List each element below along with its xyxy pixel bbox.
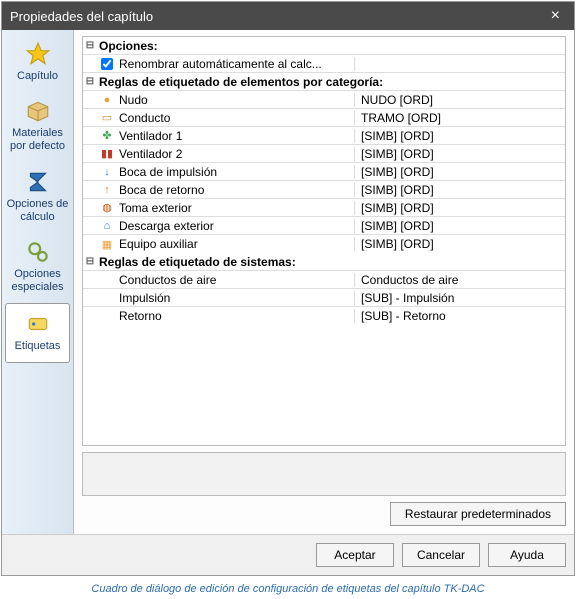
category-value[interactable]: [SIMB] [ORD]: [355, 237, 565, 251]
category-name: Boca de impulsión: [117, 165, 355, 179]
grid-empty-space: [83, 325, 565, 445]
sidebar-item-calc-options[interactable]: Opciones de cálculo: [2, 162, 73, 232]
sidebar-label: Materiales por defecto: [4, 127, 71, 153]
category-value[interactable]: [SIMB] [ORD]: [355, 129, 565, 143]
sidebar-label: Capítulo: [17, 70, 58, 83]
dialog-window: Propiedades del capítulo × Capítulo Mate…: [1, 1, 575, 576]
category-name: Descarga exterior: [117, 219, 355, 233]
category-name: Equipo auxiliar: [117, 237, 355, 251]
system-name: Impulsión: [117, 291, 355, 305]
box-icon: [24, 97, 52, 125]
system-row[interactable]: Conductos de aireConductos de aire: [83, 271, 565, 289]
category-icon: ◍: [97, 201, 117, 214]
category-row[interactable]: ▦Equipo auxiliar[SIMB] [ORD]: [83, 235, 565, 253]
category-name: Nudo: [117, 93, 355, 107]
system-value[interactable]: [SUB] - Retorno: [355, 309, 565, 323]
description-box: [82, 452, 566, 496]
system-value[interactable]: Conductos de aire: [355, 273, 565, 287]
category-icon: ✤: [97, 129, 117, 142]
sidebar-label: Etiquetas: [15, 340, 61, 353]
category-name: Toma exterior: [117, 201, 355, 215]
category-icon: ▭: [97, 111, 117, 124]
sidebar-item-chapter[interactable]: Capítulo: [2, 34, 73, 91]
help-button[interactable]: Ayuda: [488, 543, 566, 567]
category-row[interactable]: ↓Boca de impulsión[SIMB] [ORD]: [83, 163, 565, 181]
figure-caption: Cuadro de diálogo de edición de configur…: [0, 577, 576, 599]
window-title: Propiedades del capítulo: [10, 9, 153, 24]
category-name: Ventilador 2: [117, 147, 355, 161]
main-panel: ⊟ Opciones: Renombrar automáticamente al…: [74, 30, 574, 534]
ok-button[interactable]: Aceptar: [316, 543, 394, 567]
category-value[interactable]: [SIMB] [ORD]: [355, 183, 565, 197]
category-row[interactable]: ↑Boca de retorno[SIMB] [ORD]: [83, 181, 565, 199]
category-icon: ↓: [97, 166, 117, 178]
category-value[interactable]: [SIMB] [ORD]: [355, 147, 565, 161]
cancel-button[interactable]: Cancelar: [402, 543, 480, 567]
category-row[interactable]: ⌂Descarga exterior[SIMB] [ORD]: [83, 217, 565, 235]
row-rename-auto[interactable]: Renombrar automáticamente al calc...: [83, 55, 565, 73]
category-name: Conducto: [117, 111, 355, 125]
row-label: Renombrar automáticamente al calc...: [117, 57, 355, 71]
category-icon: ⌂: [97, 220, 117, 232]
category-icon: ▮▮: [97, 147, 117, 160]
gears-icon: [24, 238, 52, 266]
category-name: Ventilador 1: [117, 129, 355, 143]
category-icon: ↑: [97, 184, 117, 196]
system-name: Conductos de aire: [117, 273, 355, 287]
category-row[interactable]: ✤Ventilador 1[SIMB] [ORD]: [83, 127, 565, 145]
restore-defaults-button[interactable]: Restaurar predeterminados: [390, 502, 566, 526]
section-sistemas: ⊟ Reglas de etiquetado de sistemas:: [83, 253, 565, 271]
sigma-icon: [24, 168, 52, 196]
section-title: Reglas de etiquetado de elementos por ca…: [97, 75, 565, 89]
category-icon: ●: [97, 94, 117, 106]
category-row[interactable]: ◍Toma exterior[SIMB] [ORD]: [83, 199, 565, 217]
system-row[interactable]: Retorno[SUB] - Retorno: [83, 307, 565, 325]
tag-icon: [24, 310, 52, 338]
sidebar-item-materials[interactable]: Materiales por defecto: [2, 91, 73, 161]
sidebar-item-labels[interactable]: Etiquetas: [5, 303, 70, 362]
category-row[interactable]: ●NudoNUDO [ORD]: [83, 91, 565, 109]
sidebar-label: Opciones especiales: [4, 268, 71, 294]
category-row[interactable]: ▮▮Ventilador 2[SIMB] [ORD]: [83, 145, 565, 163]
category-value[interactable]: [SIMB] [ORD]: [355, 219, 565, 233]
collapse-icon[interactable]: ⊟: [83, 256, 97, 267]
section-opciones: ⊟ Opciones:: [83, 37, 565, 55]
category-row[interactable]: ▭ConductoTRAMO [ORD]: [83, 109, 565, 127]
collapse-icon[interactable]: ⊟: [83, 76, 97, 87]
sidebar-item-special-options[interactable]: Opciones especiales: [2, 232, 73, 302]
category-name: Boca de retorno: [117, 183, 355, 197]
system-row[interactable]: Impulsión[SUB] - Impulsión: [83, 289, 565, 307]
system-name: Retorno: [117, 309, 355, 323]
collapse-icon[interactable]: ⊟: [83, 40, 97, 51]
category-value[interactable]: [SIMB] [ORD]: [355, 165, 565, 179]
category-value[interactable]: TRAMO [ORD]: [355, 111, 565, 125]
category-value[interactable]: [SIMB] [ORD]: [355, 201, 565, 215]
star-icon: [24, 40, 52, 68]
properties-grid: ⊟ Opciones: Renombrar automáticamente al…: [82, 36, 566, 446]
titlebar: Propiedades del capítulo ×: [2, 2, 574, 30]
sidebar: Capítulo Materiales por defecto Opciones…: [2, 30, 74, 534]
category-value[interactable]: NUDO [ORD]: [355, 93, 565, 107]
section-title: Opciones:: [97, 39, 565, 53]
dialog-footer: Aceptar Cancelar Ayuda: [2, 534, 574, 575]
system-value[interactable]: [SUB] - Impulsión: [355, 291, 565, 305]
section-title: Reglas de etiquetado de sistemas:: [97, 255, 565, 269]
sidebar-label: Opciones de cálculo: [4, 198, 71, 224]
close-icon[interactable]: ×: [545, 7, 566, 25]
rename-checkbox[interactable]: [101, 58, 113, 70]
category-icon: ▦: [97, 238, 117, 251]
section-categoria: ⊟ Reglas de etiquetado de elementos por …: [83, 73, 565, 91]
